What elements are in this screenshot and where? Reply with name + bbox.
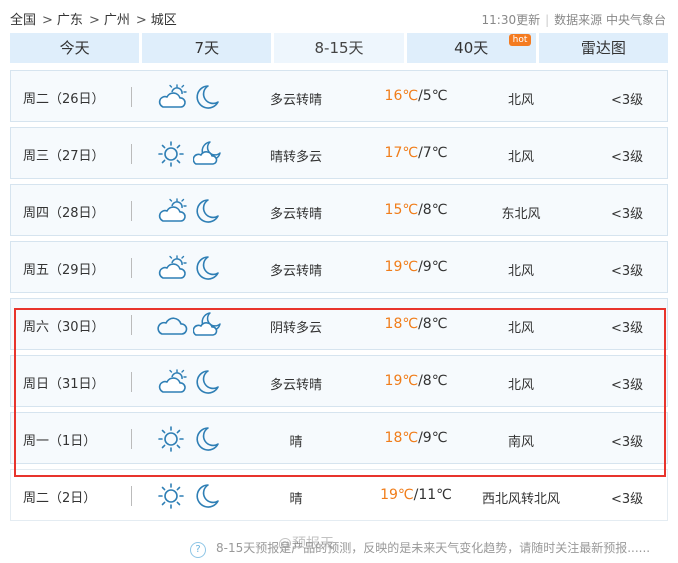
temp-high: 19℃	[384, 373, 419, 389]
breadcrumb-country[interactable]: 全国	[10, 13, 36, 28]
day-label: 周五（29日）	[23, 263, 105, 278]
breadcrumb-province[interactable]: 广东	[57, 13, 83, 28]
temp-high: 19℃	[380, 487, 414, 503]
wind-level: <3级	[611, 150, 644, 165]
weather-condition: 多云转晴	[269, 264, 322, 279]
tab-radar[interactable]: 雷达图	[538, 33, 669, 63]
wind-direction: 北风	[507, 321, 534, 336]
forecast-row: 周六（30日） 阴转多云 18℃/8℃ 北风 <3级	[10, 298, 668, 350]
weather-condition: 阴转多云	[269, 321, 322, 336]
wind-level: <3级	[611, 321, 644, 336]
temp-low: /9℃	[418, 259, 448, 275]
temp-low: /8℃	[418, 202, 448, 218]
wind-level: <3级	[611, 93, 644, 108]
row-divider	[131, 486, 132, 506]
weather-condition: 晴转多云	[269, 150, 322, 165]
temp-low: /8℃	[418, 373, 448, 389]
hot-badge: hot	[508, 34, 532, 46]
row-divider	[131, 144, 132, 164]
watermark: @预报天	[278, 536, 334, 552]
forecast-row: 周五（29日） 多云转晴 19℃/9℃ 北风 <3级	[10, 241, 668, 293]
temp-low: /5℃	[418, 88, 448, 104]
row-divider	[131, 87, 132, 107]
wind-direction: 北风	[507, 264, 534, 279]
forecast-row: 周二（26日） 多云转晴 16℃/5℃ 北风 <3级	[10, 70, 668, 122]
update-time: 11:30更新	[481, 13, 541, 27]
temp-low: /11℃	[413, 487, 452, 503]
day-label: 周三（27日）	[23, 149, 105, 164]
wind-direction: 西北风转北风	[481, 492, 560, 507]
tab-40-days-label: 40天	[454, 39, 489, 57]
update-meta: 11:30更新 | 数据来源 中央气象台	[481, 13, 666, 27]
temp-high: 19℃	[384, 259, 419, 275]
weather-icons	[157, 424, 223, 454]
weather-condition: 多云转晴	[269, 207, 322, 222]
breadcrumb-city[interactable]: 广州	[104, 13, 130, 28]
wind-level: <3级	[611, 207, 644, 222]
forecast-tabs: 今天 7天 8-15天 40天 hot 雷达图	[10, 33, 669, 63]
temp-low: /9℃	[418, 430, 448, 446]
tab-7-days[interactable]: 7天	[142, 33, 272, 63]
breadcrumb: 全国 > 广东 > 广州 > 城区	[10, 13, 177, 28]
wind-direction: 北风	[507, 150, 534, 165]
tab-40-days[interactable]: 40天 hot	[406, 33, 536, 63]
weather-condition: 多云转晴	[269, 93, 322, 108]
wind-direction: 北风	[507, 378, 534, 393]
tab-8-15-days[interactable]: 8-15天	[274, 33, 404, 63]
forecast-row: 周日（31日） 多云转晴 19℃/8℃ 北风 <3级	[10, 355, 668, 407]
temp-low: /8℃	[418, 316, 448, 332]
footer-note: ? 8-15天预报是产品的预测，反映的是未来天气变化趋势，请随时关注最新预报...…	[190, 539, 650, 558]
temp-high: 17℃	[384, 145, 419, 161]
breadcrumb-district: 城区	[150, 13, 177, 28]
weather-icons	[157, 196, 223, 226]
weather-icons	[157, 481, 223, 511]
day-label: 周一（1日）	[23, 434, 97, 449]
weather-icons	[157, 82, 223, 112]
temp-high: 18℃	[384, 430, 419, 446]
wind-direction: 南风	[507, 435, 534, 450]
temp-high: 16℃	[384, 88, 419, 104]
row-divider	[131, 429, 132, 449]
forecast-row: 周一（1日） 晴 18℃/9℃ 南风 <3级	[10, 412, 668, 464]
day-label: 周日（31日）	[23, 377, 105, 392]
weather-condition: 晴	[289, 435, 303, 450]
day-label: 周六（30日）	[23, 320, 105, 335]
weather-icons	[157, 367, 223, 397]
wind-direction: 北风	[507, 93, 534, 108]
row-divider	[131, 258, 132, 278]
row-divider	[131, 372, 132, 392]
weather-icons	[157, 310, 223, 340]
forecast-row: 周三（27日） 晴转多云 17℃/7℃ 北风 <3级	[10, 127, 668, 179]
wind-direction: 东北风	[501, 207, 541, 222]
wind-level: <3级	[611, 264, 644, 279]
row-divider	[131, 201, 132, 221]
wind-level: <3级	[611, 492, 644, 507]
day-label: 周二（2日）	[23, 491, 97, 506]
temp-high: 18℃	[384, 316, 419, 332]
tab-today[interactable]: 今天	[10, 33, 140, 63]
weather-icons	[157, 253, 223, 283]
temp-low: /7℃	[418, 145, 448, 161]
weather-condition: 多云转晴	[269, 378, 322, 393]
temp-high: 15℃	[384, 202, 419, 218]
day-label: 周四（28日）	[23, 206, 105, 221]
forecast-row: 周二（2日） 晴 19℃/11℃ 西北风转北风 <3级	[10, 469, 668, 521]
data-source: 数据来源 中央气象台	[554, 13, 666, 27]
wind-level: <3级	[611, 435, 644, 450]
help-icon[interactable]: ?	[190, 542, 206, 558]
wind-level: <3级	[611, 378, 644, 393]
row-divider	[131, 315, 132, 335]
forecast-row: 周四（28日） 多云转晴 15℃/8℃ 东北风 <3级	[10, 184, 668, 236]
day-label: 周二（26日）	[23, 92, 105, 107]
weather-condition: 晴	[289, 492, 303, 507]
weather-icons	[157, 139, 223, 169]
